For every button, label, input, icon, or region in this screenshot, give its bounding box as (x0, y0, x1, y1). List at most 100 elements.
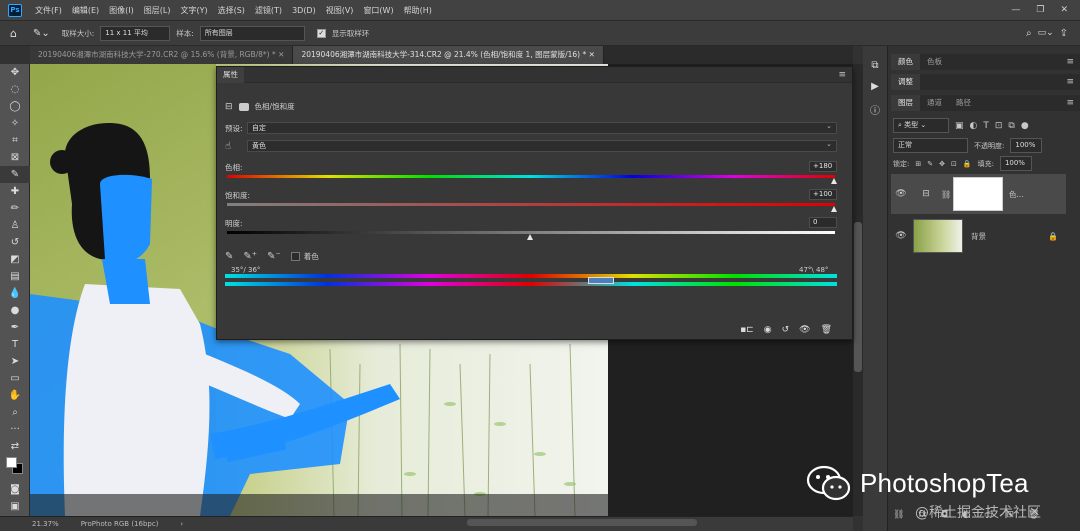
visibility-eye-icon[interactable]: 👁 (891, 189, 911, 199)
preset-select[interactable]: 自定 (247, 121, 837, 134)
tab-layers[interactable]: 图层 (891, 95, 920, 111)
reset-icon[interactable]: ↺ (782, 325, 790, 335)
layer-mask-thumbnail[interactable] (953, 177, 1003, 211)
home-icon[interactable]: ⌂ (10, 27, 17, 40)
marquee-tool-icon[interactable]: ◌ (0, 81, 30, 98)
layer-name[interactable]: 背景 (971, 231, 986, 242)
hue-value-input[interactable]: +180 (809, 161, 837, 172)
tab-swatches[interactable]: 色板 (920, 54, 949, 70)
panel-menu-icon[interactable]: ≡ (1066, 57, 1074, 67)
mask-icon[interactable] (238, 102, 249, 111)
filter-pixel-icon[interactable]: ▣ (955, 121, 964, 131)
blur-tool-icon[interactable]: 💧 (0, 285, 30, 302)
frame-tool-icon[interactable]: ⊠ (0, 149, 30, 166)
link-layers-icon[interactable]: ⛓ (893, 510, 904, 520)
history-icon[interactable]: ⧉ (871, 60, 878, 71)
panel-menu-icon[interactable]: ≡ (1066, 98, 1074, 108)
fill-input[interactable]: 100% (999, 156, 1032, 171)
eyedropper-subtract-icon[interactable]: ✎⁻ (267, 251, 281, 262)
menu-help[interactable]: 帮助(H) (399, 5, 437, 16)
hue-slider-track[interactable] (227, 175, 835, 178)
menu-3d[interactable]: 3D(D) (287, 6, 321, 15)
show-ring-checkbox[interactable]: ✓ (316, 28, 326, 38)
layer-name[interactable]: 色... (1009, 189, 1024, 200)
tab-properties[interactable]: 属性 (217, 66, 244, 83)
saturation-slider-track[interactable] (227, 203, 835, 206)
hue-slider-thumb[interactable] (831, 178, 837, 184)
filter-smart-icon[interactable]: ⧉ (1008, 121, 1014, 131)
actions-play-icon[interactable]: ▶ (871, 81, 879, 92)
status-arrow-icon[interactable]: › (180, 520, 183, 528)
screen-mode-icon[interactable]: ▣ (0, 498, 30, 515)
history-brush-tool-icon[interactable]: ↺ (0, 234, 30, 251)
eyedropper-add-icon[interactable]: ✎⁺ (243, 251, 257, 262)
menu-image[interactable]: 图像(I) (104, 5, 139, 16)
dodge-tool-icon[interactable]: ● (0, 302, 30, 319)
quick-mask-icon[interactable]: ◙ (0, 481, 30, 498)
delete-icon[interactable]: 🗑 (821, 325, 832, 335)
horizontal-scroll-thumb[interactable] (467, 519, 697, 526)
close-tab-icon[interactable]: ✕ (278, 50, 284, 59)
menu-layer[interactable]: 图层(L) (139, 5, 176, 16)
type-tool-icon[interactable]: T (0, 336, 30, 353)
eyedropper-icon[interactable]: ✎ (225, 251, 233, 262)
path-select-tool-icon[interactable]: ➤ (0, 353, 30, 370)
maximize-icon[interactable]: ❐ (1036, 5, 1044, 15)
info-icon[interactable]: ⓘ (870, 102, 880, 117)
menu-edit[interactable]: 编辑(E) (67, 5, 104, 16)
filter-shape-icon[interactable]: ⊡ (995, 121, 1003, 131)
share-icon[interactable]: ⇪ (1060, 28, 1068, 39)
target-adjust-hand-icon[interactable]: ☝ (225, 141, 231, 152)
layer-thumbnail[interactable] (913, 219, 963, 253)
menu-select[interactable]: 选择(S) (213, 5, 250, 16)
menu-view[interactable]: 视图(V) (321, 5, 359, 16)
colorize-checkbox[interactable] (290, 252, 300, 261)
menu-window[interactable]: 窗口(W) (358, 5, 398, 16)
gradient-tool-icon[interactable]: ▤ (0, 268, 30, 285)
tab-adjustments[interactable]: 调整 (891, 74, 920, 90)
filter-adjust-icon[interactable]: ◐ (970, 121, 978, 131)
healing-brush-tool-icon[interactable]: ✚ (0, 183, 30, 200)
channel-select[interactable]: 黄色 (247, 139, 837, 152)
lock-artboard-icon[interactable]: ⊡ (951, 160, 957, 168)
minimize-icon[interactable]: — (1011, 5, 1020, 15)
layer-kind-filter[interactable]: ⌕ 类型 ⌄ (893, 118, 949, 133)
lightness-slider-thumb[interactable] (527, 234, 533, 240)
close-icon[interactable]: ✕ (1060, 5, 1068, 15)
vertical-scroll-thumb[interactable] (854, 222, 862, 372)
quick-select-tool-icon[interactable]: ✧ (0, 115, 30, 132)
layer-row-hue-saturation[interactable]: 👁 ⊟ ⛓ 色... (891, 174, 1066, 214)
tab-channels[interactable]: 通道 (920, 95, 949, 111)
eyedropper-tool-icon[interactable]: ✎⌄ (33, 28, 50, 39)
view-previous-icon[interactable]: ◉ (764, 325, 772, 335)
saturation-slider-thumb[interactable] (831, 206, 837, 212)
tab-document-270[interactable]: 20190406湘潭市湖南科技大学-270.CR2 @ 15.6% (背景, R… (30, 46, 294, 64)
menu-type[interactable]: 文字(Y) (175, 5, 212, 16)
saturation-value-input[interactable]: +100 (809, 189, 837, 200)
pen-tool-icon[interactable]: ✒ (0, 319, 30, 336)
crop-tool-icon[interactable]: ⌗ (0, 132, 30, 149)
move-tool-icon[interactable]: ✥ (0, 64, 30, 81)
sample-size-select[interactable]: 11 x 11 平均 (100, 25, 171, 41)
panel-menu-icon[interactable]: ≡ (1066, 77, 1074, 87)
lock-all-icon[interactable]: 🔒 (963, 160, 972, 168)
clone-stamp-tool-icon[interactable]: ♙ (0, 217, 30, 234)
color-range-selector[interactable] (588, 277, 614, 284)
link-chain-icon[interactable]: ⛓ (941, 190, 953, 199)
visibility-eye-icon[interactable]: 👁 (891, 231, 911, 241)
clip-to-layer-icon[interactable]: ▪⊏ (740, 325, 754, 335)
zoom-tool-icon[interactable]: ⌕ (0, 404, 30, 421)
swap-colors-icon[interactable]: ⇄ (0, 438, 30, 455)
search-icon[interactable]: ⌕ (1026, 28, 1032, 39)
brush-tool-icon[interactable]: ✏ (0, 200, 30, 217)
visibility-eye-icon[interactable]: 👁 (799, 325, 810, 335)
workspace-icon[interactable]: ▭⌄ (1038, 28, 1054, 38)
menu-file[interactable]: 文件(F) (30, 5, 67, 16)
opacity-input[interactable]: 100% (1010, 138, 1043, 153)
color-swatches[interactable] (0, 455, 29, 481)
tab-document-314[interactable]: 20190406湘潭市湖南科技大学-314.CR2 @ 21.4% (色相/饱和… (293, 46, 604, 64)
filter-type-icon[interactable]: T (983, 121, 989, 131)
lock-transparent-icon[interactable]: ⊞ (915, 160, 921, 168)
blend-mode-select[interactable]: 正常 (893, 138, 968, 153)
filter-toggle-icon[interactable]: ● (1021, 121, 1029, 131)
